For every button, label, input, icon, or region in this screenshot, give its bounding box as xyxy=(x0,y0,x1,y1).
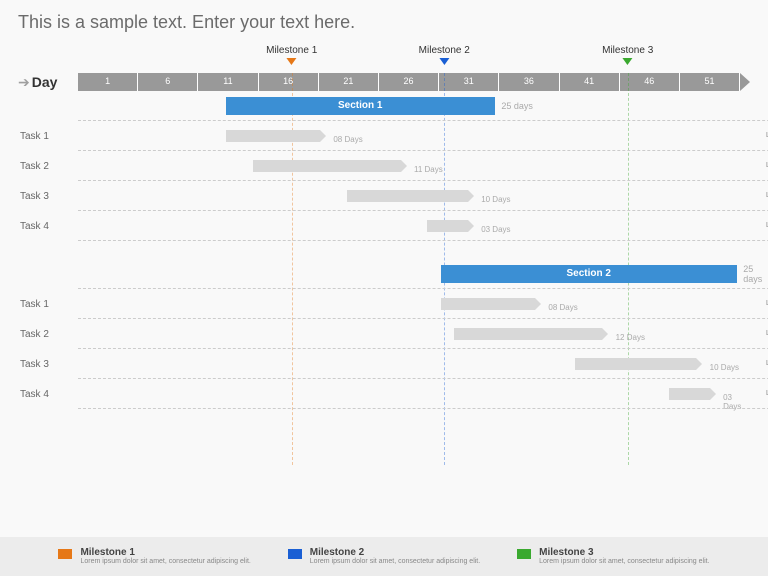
section-row: Section 1 25 days xyxy=(78,91,750,121)
axis-tick: 41 xyxy=(560,73,620,91)
task-duration: 08 Days xyxy=(548,303,577,312)
arrow-right-icon xyxy=(320,130,326,142)
legend-label: Milestone 3 xyxy=(539,547,709,558)
task-duration: 10 Days xyxy=(710,363,739,372)
task-row: Task 108 DaysLorem ipsum dolor sit amet xyxy=(78,121,750,151)
legend-item-2: Milestone 2Lorem ipsum dolor sit amet, c… xyxy=(288,547,480,566)
day-label: Day xyxy=(32,74,58,90)
task-label: Task 3 xyxy=(20,359,49,370)
task-row: Task 403 DaysLorem ipsum dolor sit amet xyxy=(78,211,750,241)
task-bar xyxy=(454,328,602,340)
task-row: Task 108 DaysLorem ipsum dolor sit amet xyxy=(78,289,750,319)
task-duration: 11 Days xyxy=(414,165,443,174)
axis-row: ➔ Day 16111621263136414651 xyxy=(18,73,750,91)
task-label: Task 1 xyxy=(20,299,49,310)
legend-item-3: Milestone 3Lorem ipsum dolor sit amet, c… xyxy=(517,547,709,566)
legend-label: Milestone 2 xyxy=(310,547,480,558)
axis-tick: 21 xyxy=(319,73,379,91)
milestone-2: Milestone 2 xyxy=(419,45,470,65)
task-duration: 10 Days xyxy=(481,195,510,204)
task-row: Task 310 DaysLorem ipsum dolor sit amet xyxy=(78,181,750,211)
arrow-right-icon xyxy=(468,220,474,232)
arrow-right-icon xyxy=(710,388,716,400)
arrow-right-icon: ➔ xyxy=(18,74,30,91)
axis-tick: 6 xyxy=(138,73,198,91)
gantt-chart: Section 1 25 days Task 108 DaysLorem ipsum… xyxy=(78,91,750,461)
task-label: Task 1 xyxy=(20,131,49,142)
task-label: Task 2 xyxy=(20,161,49,172)
task-row: Task 211 DaysLorem ipsum dolor sit amet xyxy=(78,151,750,181)
section-bar-2: Section 2 xyxy=(441,265,737,283)
axis-tick: 46 xyxy=(620,73,680,91)
axis-tick: 26 xyxy=(379,73,439,91)
section-duration: 25 days xyxy=(501,101,533,111)
task-row: Task 403 DaysLorem ipsum dolor sit amet xyxy=(78,379,750,409)
task-label: Task 4 xyxy=(20,221,49,232)
axis-tick: 36 xyxy=(499,73,559,91)
axis-tick: 11 xyxy=(198,73,258,91)
axis-tick: 16 xyxy=(259,73,319,91)
task-bar xyxy=(226,130,320,142)
section-duration: 25 days xyxy=(743,264,762,284)
legend: Milestone 1Lorem ipsum dolor sit amet, c… xyxy=(0,537,768,576)
axis-tick: 51 xyxy=(680,73,740,91)
task-duration: 12 Days xyxy=(616,333,645,342)
task-bar xyxy=(253,160,401,172)
task-bar xyxy=(427,220,467,232)
task-duration: 08 Days xyxy=(333,135,362,144)
arrow-right-icon xyxy=(535,298,541,310)
task-bar xyxy=(669,388,709,400)
task-label: Task 4 xyxy=(20,389,49,400)
milestone-3: Milestone 3 xyxy=(602,45,653,65)
legend-desc: Lorem ipsum dolor sit amet, consectetur … xyxy=(80,558,250,566)
axis-tick: 31 xyxy=(439,73,499,91)
task-bar xyxy=(347,190,468,202)
arrow-right-icon xyxy=(468,190,474,202)
task-row: Task 310 DaysLorem ipsum dolor sit amet xyxy=(78,349,750,379)
task-label: Task 3 xyxy=(20,191,49,202)
task-label: Task 2 xyxy=(20,329,49,340)
task-bar xyxy=(441,298,535,310)
section-bar-1: Section 1 xyxy=(226,97,495,115)
legend-label: Milestone 1 xyxy=(80,547,250,558)
legend-desc: Lorem ipsum dolor sit amet, consectetur … xyxy=(310,558,480,566)
task-row: Task 212 DaysLorem ipsum dolor sit amet xyxy=(78,319,750,349)
task-duration: 03 Days xyxy=(481,225,510,234)
arrow-right-icon xyxy=(401,160,407,172)
section-row: Section 225 days xyxy=(78,259,750,289)
arrow-right-icon xyxy=(696,358,702,370)
milestone-1: Milestone 1 xyxy=(266,45,317,65)
axis-end-icon xyxy=(740,73,750,91)
legend-item-1: Milestone 1Lorem ipsum dolor sit amet, c… xyxy=(58,547,250,566)
arrow-right-icon xyxy=(602,328,608,340)
legend-desc: Lorem ipsum dolor sit amet, consectetur … xyxy=(539,558,709,566)
page-title: This is a sample text. Enter your text h… xyxy=(18,12,750,33)
task-bar xyxy=(575,358,696,370)
legend-swatch xyxy=(288,549,302,559)
day-axis: 16111621263136414651 xyxy=(78,73,750,91)
legend-swatch xyxy=(58,549,72,559)
axis-tick: 1 xyxy=(78,73,138,91)
milestones-row: Milestone 1 Milestone 2 Milestone 3 xyxy=(78,45,750,73)
legend-swatch xyxy=(517,549,531,559)
